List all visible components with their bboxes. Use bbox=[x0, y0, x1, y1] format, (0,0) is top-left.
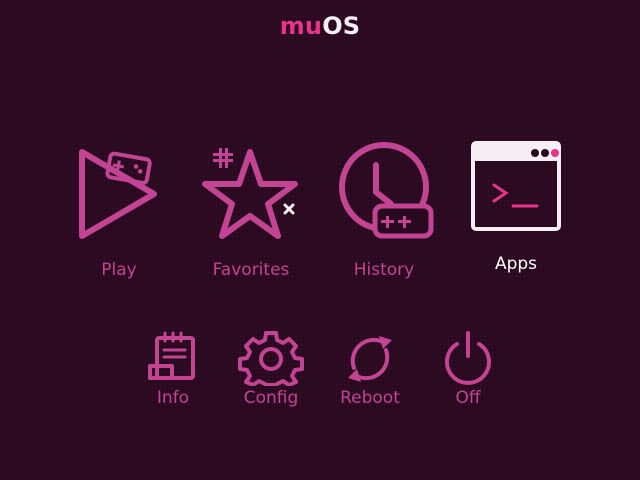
menu-item-history[interactable]: History bbox=[319, 140, 449, 290]
menu-item-apps[interactable]: Apps bbox=[451, 140, 581, 290]
menu-item-apps-label: Apps bbox=[494, 254, 538, 274]
menu-item-play-label: Play bbox=[101, 260, 137, 280]
gear-icon bbox=[238, 331, 304, 386]
menu-item-reboot[interactable]: Reboot bbox=[325, 330, 415, 420]
menu-item-history-label: History bbox=[353, 260, 415, 280]
play-icon bbox=[79, 149, 157, 239]
menu-item-favorites-label: Favorites bbox=[212, 260, 290, 280]
menu-item-play[interactable]: Play bbox=[54, 140, 184, 290]
app-title-mu: mu bbox=[279, 12, 323, 40]
menu-item-info[interactable]: Info bbox=[128, 330, 218, 420]
power-icon bbox=[445, 331, 491, 385]
star-icon bbox=[202, 148, 298, 239]
menu-item-info-label: Info bbox=[156, 388, 190, 408]
app-title: muOS bbox=[0, 12, 640, 40]
menu-item-favorites[interactable]: Favorites bbox=[186, 140, 316, 290]
refresh-icon bbox=[348, 336, 392, 382]
clock-icon bbox=[339, 142, 434, 239]
notepad-icon bbox=[148, 331, 195, 380]
menu-item-reboot-label: Reboot bbox=[340, 388, 400, 408]
menu-item-config[interactable]: Config bbox=[226, 330, 316, 420]
menu-item-off-label: Off bbox=[455, 388, 481, 408]
terminal-window-icon bbox=[471, 141, 561, 231]
menu-item-config-label: Config bbox=[243, 388, 299, 408]
app-title-os: OS bbox=[322, 12, 361, 40]
menu-item-off[interactable]: Off bbox=[423, 330, 513, 420]
